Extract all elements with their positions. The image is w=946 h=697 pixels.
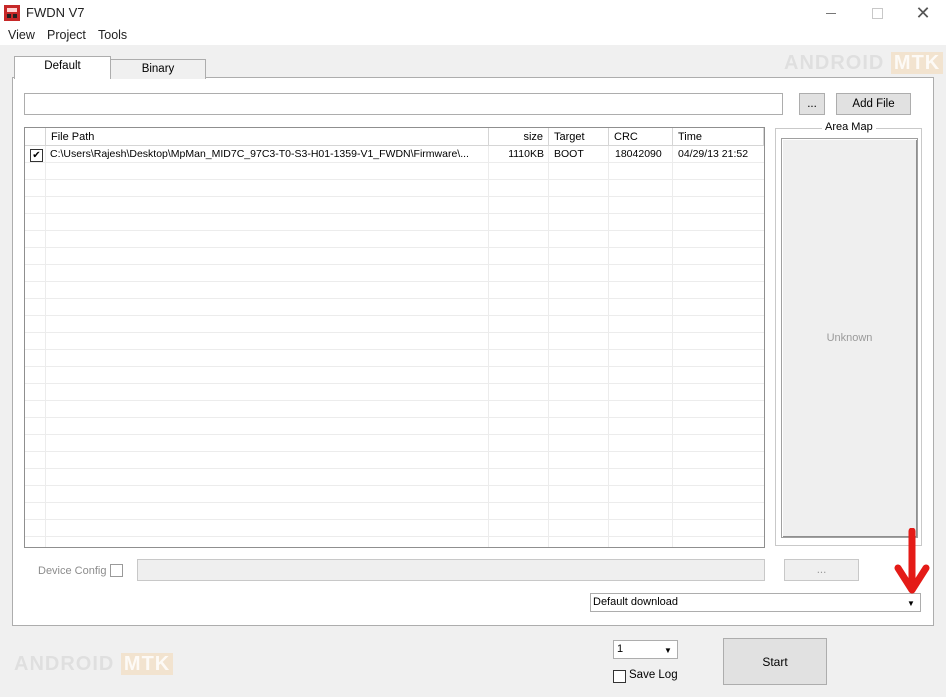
table-row-empty xyxy=(25,367,764,384)
table-row[interactable]: ✔ C:\Users\Rajesh\Desktop\MpMan_MID7C_97… xyxy=(25,146,764,163)
save-log-label: Save Log xyxy=(629,669,678,681)
close-icon: ✕ xyxy=(915,2,931,23)
file-list[interactable]: File Path size Target CRC Time ✔ C:\User… xyxy=(24,127,765,548)
table-row-empty xyxy=(25,231,764,248)
table-row-empty xyxy=(25,333,764,350)
minimize-icon xyxy=(826,12,836,14)
cell-crc: 18042090 xyxy=(615,148,662,160)
download-mode-value: Default download xyxy=(593,596,679,608)
area-map-status-text: Unknown xyxy=(826,332,873,344)
table-row-empty xyxy=(25,180,764,197)
menu-project[interactable]: Project xyxy=(47,28,86,42)
table-row-empty xyxy=(25,384,764,401)
row-checkbox[interactable]: ✔ xyxy=(30,149,43,162)
column-header-time[interactable]: Time xyxy=(673,128,764,146)
watermark-bottom: ANDROID MTK xyxy=(14,653,174,676)
table-row-empty xyxy=(25,282,764,299)
tab-default[interactable]: Default xyxy=(14,56,111,79)
table-row-empty xyxy=(25,163,764,180)
app-icon xyxy=(4,5,20,21)
device-config-checkbox[interactable] xyxy=(110,564,123,577)
table-row-empty xyxy=(25,214,764,231)
red-arrow-icon xyxy=(894,528,930,594)
table-row-empty xyxy=(25,197,764,214)
minimize-button[interactable] xyxy=(808,0,854,26)
cell-size: 1110KB xyxy=(508,148,544,160)
column-header-size[interactable]: size xyxy=(489,128,549,146)
cell-target: BOOT xyxy=(554,148,584,160)
area-map-status: Unknown xyxy=(781,138,918,538)
start-button[interactable]: Start xyxy=(723,638,827,685)
table-row-empty xyxy=(25,265,764,282)
table-row-empty xyxy=(25,503,764,520)
menu-view[interactable]: View xyxy=(8,28,35,42)
maximize-icon xyxy=(871,7,883,19)
device-config-browse-button[interactable]: ... xyxy=(784,559,859,581)
device-config-input[interactable] xyxy=(137,559,765,581)
table-row-empty xyxy=(25,248,764,265)
title-bar: FWDN V7 ✕ xyxy=(0,0,946,26)
chevron-down-icon[interactable]: ▼ xyxy=(661,643,675,657)
menu-tools[interactable]: Tools xyxy=(98,28,127,42)
device-config-label: Device Config xyxy=(38,565,107,577)
table-row-empty xyxy=(25,299,764,316)
table-row-empty xyxy=(25,316,764,333)
maximize-button[interactable] xyxy=(854,0,900,26)
download-mode-select[interactable]: Default download ▼ xyxy=(590,593,921,612)
table-row-empty xyxy=(25,469,764,486)
column-header-target[interactable]: Target xyxy=(549,128,609,146)
table-row-empty xyxy=(25,486,764,503)
cell-time: 04/29/13 21:52 xyxy=(678,148,749,160)
table-row-empty xyxy=(25,418,764,435)
table-row-empty xyxy=(25,520,764,537)
watermark-top: ANDROID MTK xyxy=(784,52,944,75)
browse-button[interactable]: ... xyxy=(799,93,825,115)
count-select[interactable]: 1 ▼ xyxy=(613,640,678,659)
table-row-empty xyxy=(25,350,764,367)
window-title: FWDN V7 xyxy=(26,5,85,20)
column-header-file-path[interactable]: File Path xyxy=(46,128,489,146)
area-map-title: Area Map xyxy=(822,121,876,133)
add-file-button[interactable]: Add File xyxy=(836,93,911,115)
tab-binary[interactable]: Binary xyxy=(110,59,206,79)
column-header-check[interactable] xyxy=(25,128,46,146)
file-path-input[interactable] xyxy=(24,93,783,115)
count-select-value: 1 xyxy=(617,643,624,655)
menu-bar: View Project Tools xyxy=(0,26,946,45)
table-row-empty xyxy=(25,452,764,469)
cell-file-path: C:\Users\Rajesh\Desktop\MpMan_MID7C_97C3… xyxy=(50,148,469,160)
chevron-down-icon[interactable]: ▼ xyxy=(904,596,918,610)
table-row-empty xyxy=(25,435,764,452)
save-log-checkbox[interactable] xyxy=(613,670,626,683)
table-row-empty xyxy=(25,401,764,418)
close-button[interactable]: ✕ xyxy=(900,0,946,26)
column-header-crc[interactable]: CRC xyxy=(609,128,673,146)
